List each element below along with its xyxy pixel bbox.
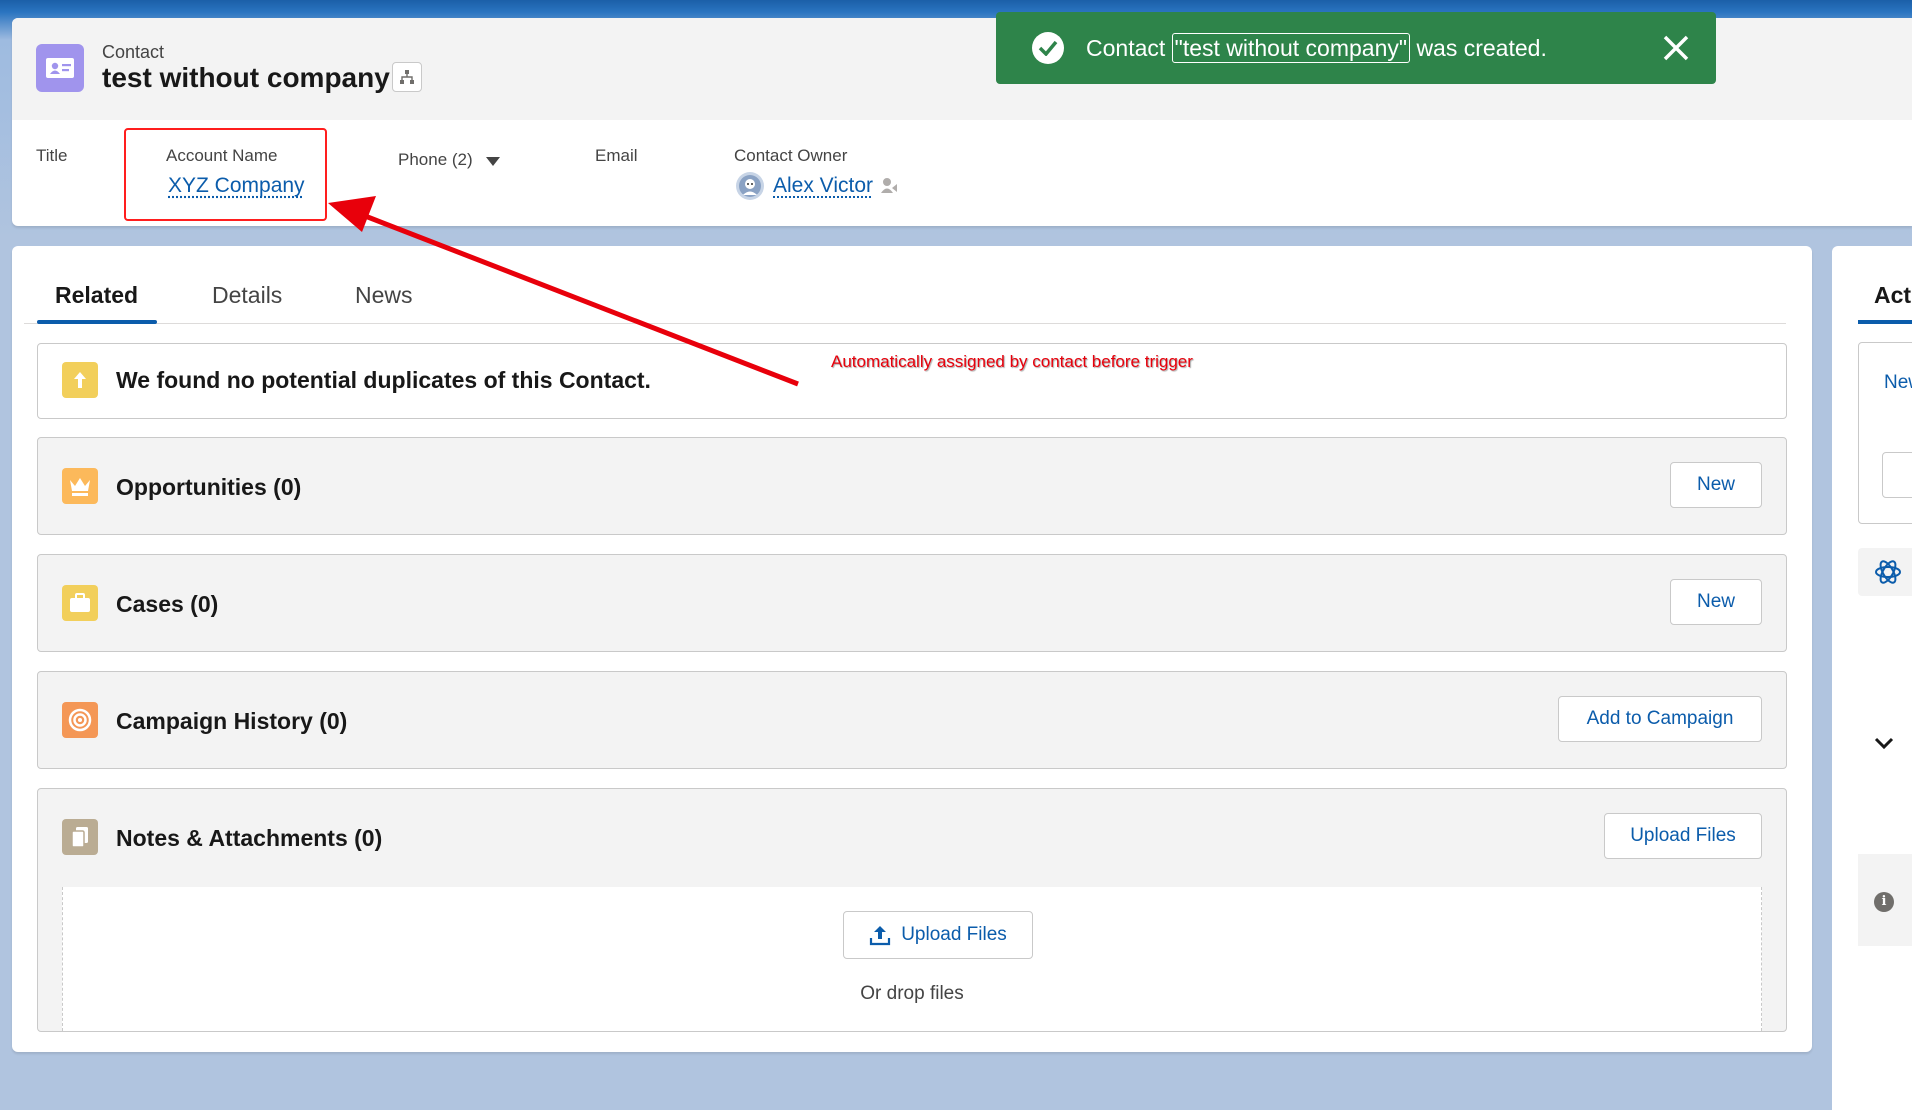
duplicates-message: We found no potential duplicates of this…: [116, 367, 651, 393]
new-activity-link[interactable]: New: [1884, 372, 1912, 394]
merge-icon: [62, 362, 98, 398]
toast-suffix: was created.: [1416, 35, 1547, 61]
active-tab-indicator: [37, 320, 157, 324]
phone-label: Phone (2): [398, 150, 473, 169]
phone-field[interactable]: Phone (2): [398, 150, 501, 170]
cases-card: Cases (0) New: [37, 554, 1787, 652]
drop-files-text: Or drop files: [860, 983, 964, 1004]
atom-icon[interactable]: [1874, 558, 1902, 586]
hierarchy-button[interactable]: [392, 62, 422, 92]
record-name: test without company: [102, 62, 390, 93]
briefcase-icon: [62, 585, 98, 621]
upload-icon: [870, 926, 891, 946]
annotation-highlight-box: [124, 128, 327, 221]
contact-icon: [36, 44, 84, 92]
upload-files-drop-label: Upload Files: [901, 924, 1007, 945]
chevron-down-icon[interactable]: [1874, 736, 1894, 750]
upload-files-button[interactable]: Upload Files: [1604, 813, 1762, 859]
chevron-down-icon: [486, 156, 501, 166]
cases-title[interactable]: Cases (0): [116, 591, 218, 618]
campaign-history-card: Campaign History (0) Add to Campaign: [37, 671, 1787, 769]
hierarchy-icon: [400, 70, 414, 84]
tab-details[interactable]: Details: [212, 282, 282, 309]
annotation-text: Automatically assigned by contact before…: [831, 352, 1193, 371]
toast-message: Contact "test without company" was creat…: [1086, 33, 1547, 63]
new-opportunity-button[interactable]: New: [1670, 462, 1762, 508]
activity-input[interactable]: [1882, 452, 1912, 498]
email-label: Email: [595, 146, 638, 165]
new-case-button[interactable]: New: [1670, 579, 1762, 625]
object-label: Contact: [102, 42, 165, 62]
activity-tab-indicator: [1858, 320, 1912, 324]
opportunities-card: Opportunities (0) New: [37, 437, 1787, 535]
crown-icon: [62, 468, 98, 504]
toast-record-link[interactable]: "test without company": [1171, 33, 1411, 63]
info-icon: i: [1874, 892, 1894, 912]
tab-activity[interactable]: Activity: [1874, 282, 1912, 309]
close-icon[interactable]: [1662, 34, 1690, 62]
title-label: Title: [36, 146, 68, 165]
files-icon: [62, 819, 98, 855]
opportunities-title[interactable]: Opportunities (0): [116, 474, 301, 501]
upload-files-drop-button[interactable]: Upload Files: [843, 911, 1033, 959]
tab-news[interactable]: News: [355, 282, 413, 309]
tabs-divider: [24, 323, 1786, 324]
file-drop-zone[interactable]: Upload Files Or drop files: [62, 887, 1762, 1031]
tab-related[interactable]: Related: [55, 282, 138, 309]
campaign-history-title[interactable]: Campaign History (0): [116, 708, 347, 735]
success-check-icon: [1032, 32, 1064, 64]
contact-owner-label: Contact Owner: [734, 146, 848, 165]
target-icon: [62, 702, 98, 738]
notes-attachments-title[interactable]: Notes & Attachments (0): [116, 825, 382, 852]
success-toast: Contact "test without company" was creat…: [996, 12, 1716, 84]
avatar: [736, 172, 764, 200]
notes-attachments-card: Notes & Attachments (0) Upload Files Upl…: [37, 788, 1787, 1032]
contact-owner-link[interactable]: Alex Victor: [773, 174, 873, 198]
toast-prefix: Contact: [1086, 35, 1166, 61]
add-to-campaign-button[interactable]: Add to Campaign: [1558, 696, 1762, 742]
change-owner-icon[interactable]: [880, 176, 898, 196]
